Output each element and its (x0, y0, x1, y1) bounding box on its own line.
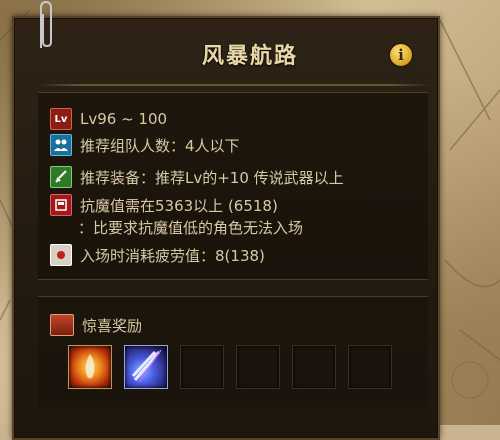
fatigue-icon (50, 244, 72, 266)
equipment-text: 推荐装备：推荐Lv的+10 传说武器以上 (80, 168, 344, 187)
reward-slot-empty (348, 345, 392, 389)
reward-slot-orb-item[interactable] (68, 345, 112, 389)
fatigue-text: 入场时消耗疲劳值：8(138) (80, 246, 265, 265)
sword-icon (50, 166, 72, 188)
party-icon (50, 134, 72, 156)
level-row: Lv Lv96 ~ 100 (50, 108, 167, 130)
reward-slot-empty (180, 345, 224, 389)
rewards-title: 惊喜奖励 (82, 316, 143, 335)
rewards-header: 惊喜奖励 (50, 314, 142, 336)
orb-item-icon (85, 354, 95, 379)
reward-slot-empty (236, 345, 280, 389)
crystal-blade-item-icon (131, 349, 162, 383)
resist-note-text: ：比要求抗魔值低的角色无法入场 (78, 218, 304, 237)
title-divider (38, 84, 430, 86)
resist-icon (50, 194, 72, 216)
treasure-chest-icon (50, 314, 74, 336)
level-text: Lv96 ~ 100 (80, 110, 168, 128)
resist-note-row: ：比要求抗魔值低的角色无法入场 (78, 216, 303, 238)
party-row: 推荐组队人数：4人以下 (50, 134, 240, 156)
fatigue-row: 入场时消耗疲劳值：8(138) (50, 244, 265, 266)
reward-slot-crystal-blade-item[interactable] (124, 345, 168, 389)
dungeon-title: 风暴航路 (201, 44, 298, 69)
party-text: 推荐组队人数：4人以下 (80, 136, 240, 155)
info-icon[interactable]: i (390, 44, 412, 66)
level-icon: Lv (50, 108, 72, 130)
reward-slot-empty (292, 345, 336, 389)
resist-row: 抗魔值需在5363以上 (6518) (50, 194, 278, 216)
resist-text: 抗魔值需在5363以上 (6518) (80, 196, 278, 215)
equipment-row: 推荐装备：推荐Lv的+10 传说武器以上 (50, 166, 344, 188)
